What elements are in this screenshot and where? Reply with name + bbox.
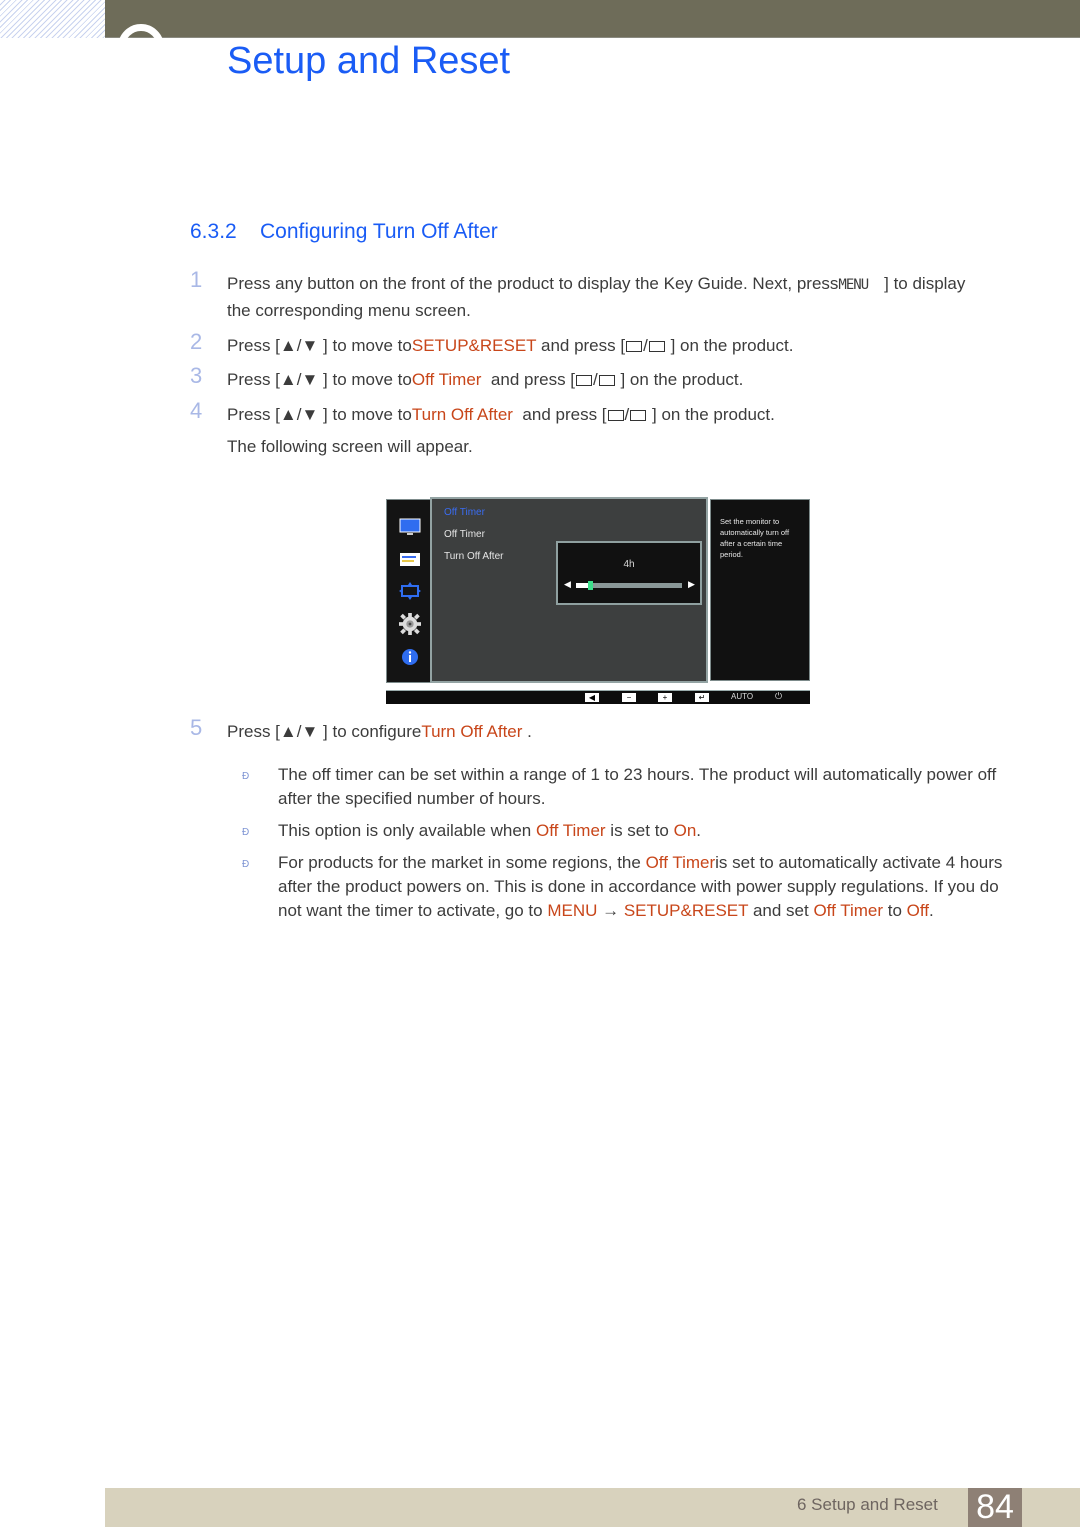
step-text: and press [ bbox=[490, 370, 576, 389]
osd-item-turn-off-after[interactable]: Turn Off After bbox=[444, 551, 503, 562]
step-text: ] to move to bbox=[323, 336, 412, 355]
menu-highlight: SETUP&RESET bbox=[411, 336, 537, 355]
osd-key-guide: ◀ − + ↵ AUTO ⏻ bbox=[386, 690, 810, 704]
osd-help-text: Set the monitor to automatically turn of… bbox=[710, 499, 810, 681]
key-auto[interactable]: AUTO bbox=[731, 692, 753, 701]
note-text: For products for the market in some regi… bbox=[278, 853, 646, 872]
step-number: 2 bbox=[190, 329, 203, 354]
up-arrow-icon: ▲ bbox=[279, 722, 297, 741]
chapter-circle-icon bbox=[118, 24, 164, 70]
osd-main-panel: Off Timer Off Timer Turn Off After 4h ◀ … bbox=[430, 497, 708, 683]
step-text: . bbox=[527, 722, 532, 741]
source-button-icon bbox=[576, 375, 593, 386]
step-text: ] on the product. bbox=[670, 336, 794, 355]
enter-button-icon bbox=[648, 341, 665, 352]
footer-chapter-label: 6 Setup and Reset bbox=[797, 1495, 938, 1514]
header-bar bbox=[105, 0, 1080, 38]
key-power-icon[interactable]: ⏻ bbox=[775, 691, 782, 702]
key-enter-icon[interactable]: ↵ bbox=[695, 693, 709, 702]
step-text: ] to move to bbox=[323, 405, 412, 424]
down-arrow-icon: ▼ bbox=[301, 405, 319, 424]
turn-off-after-slider-box: 4h ◀ ▶ bbox=[556, 541, 702, 605]
key-plus-icon[interactable]: + bbox=[658, 693, 672, 702]
position-icon bbox=[399, 582, 421, 600]
osd-menu-header: Off Timer bbox=[444, 507, 485, 518]
step-number: 5 bbox=[190, 715, 203, 740]
step-text: ] on the product. bbox=[620, 370, 744, 389]
slider-thumb[interactable] bbox=[588, 581, 594, 590]
menu-highlight: Off Timer bbox=[535, 821, 606, 840]
note-text: is set to bbox=[605, 821, 674, 840]
step-text: Press [ bbox=[227, 370, 280, 389]
down-arrow-icon: ▼ bbox=[301, 722, 319, 741]
step-text: Press [ bbox=[227, 405, 280, 424]
note-text: . bbox=[696, 821, 702, 840]
down-arrow-icon: ▼ bbox=[301, 336, 319, 355]
note-text: to bbox=[883, 901, 907, 920]
menu-highlight: Off bbox=[906, 901, 930, 920]
osd-sidebar bbox=[386, 499, 432, 683]
turn-off-after-slider[interactable] bbox=[576, 581, 682, 590]
page-title: Setup and Reset bbox=[227, 40, 511, 82]
note-text: This option is only available when bbox=[278, 821, 536, 840]
step-text: ] to display bbox=[884, 274, 966, 293]
step-text: Press [ bbox=[227, 722, 280, 741]
source-button-icon bbox=[626, 341, 643, 352]
step-text: ] to configure bbox=[323, 722, 422, 741]
note-text: The off timer can be set within a range … bbox=[278, 765, 997, 808]
menu-highlight: On bbox=[673, 821, 697, 840]
menu-highlight: Turn Off After bbox=[421, 722, 523, 741]
note-text: and set bbox=[748, 901, 814, 920]
step-text: Press any button on the front of the pro… bbox=[227, 274, 839, 293]
key-left-icon[interactable]: ◀ bbox=[585, 693, 599, 702]
step-text: the corresponding menu screen. bbox=[227, 301, 471, 320]
menu-highlight: Off Timer bbox=[813, 901, 884, 920]
note-bullet-icon: Ð bbox=[242, 859, 250, 870]
menu-highlight: MENU bbox=[547, 901, 598, 920]
header-hatch-decoration bbox=[0, 0, 105, 38]
step-text: ] to move to bbox=[323, 370, 412, 389]
key-minus-icon[interactable]: − bbox=[622, 693, 636, 702]
slider-value-label: 4h bbox=[623, 559, 635, 570]
source-button-icon bbox=[607, 410, 624, 421]
step-number: 3 bbox=[190, 363, 203, 388]
enter-button-icon bbox=[630, 410, 647, 421]
menu-highlight: Turn Off After bbox=[411, 405, 513, 424]
note-bullet-icon: Ð bbox=[242, 827, 250, 838]
arrow-icon: → bbox=[597, 901, 624, 920]
step-number: 4 bbox=[190, 398, 203, 423]
section-number: 6.3.2 bbox=[190, 220, 237, 243]
note-text: . bbox=[929, 901, 934, 920]
step-text: and press [ bbox=[522, 405, 607, 424]
section-heading: 6.3.2 Configuring Turn Off After bbox=[190, 220, 498, 244]
osd-screenshot: Off Timer Off Timer Turn Off After 4h ◀ … bbox=[386, 497, 810, 705]
step-text: and press [ bbox=[540, 336, 626, 355]
note-bullet-icon: Ð bbox=[242, 771, 250, 782]
step-text: ] on the product. bbox=[652, 405, 775, 424]
slider-right-arrow-icon[interactable]: ▶ bbox=[688, 579, 695, 590]
menu-key-label: MENU bbox=[838, 277, 869, 293]
up-arrow-icon: ▲ bbox=[279, 370, 297, 389]
step-number: 1 bbox=[190, 267, 203, 292]
section-title: Configuring Turn Off After bbox=[260, 220, 498, 243]
step-text: The following screen will appear. bbox=[227, 437, 473, 456]
information-icon bbox=[402, 649, 418, 665]
setup-gear-icon bbox=[399, 613, 421, 635]
slider-left-arrow-icon[interactable]: ◀ bbox=[564, 579, 571, 590]
up-arrow-icon: ▲ bbox=[279, 405, 297, 424]
osd-item-off-timer[interactable]: Off Timer bbox=[444, 529, 485, 540]
up-arrow-icon: ▲ bbox=[279, 336, 297, 355]
menu-highlight: SETUP&RESET bbox=[623, 901, 749, 920]
menu-highlight: Off Timer bbox=[411, 370, 482, 389]
picture-icon bbox=[399, 518, 421, 535]
onscreen-display-icon bbox=[400, 553, 420, 566]
page-number: 84 bbox=[968, 1488, 1022, 1527]
step-text: Press [ bbox=[227, 336, 280, 355]
menu-highlight: Off Timer bbox=[645, 853, 716, 872]
down-arrow-icon: ▼ bbox=[301, 370, 319, 389]
enter-button-icon bbox=[598, 375, 615, 386]
